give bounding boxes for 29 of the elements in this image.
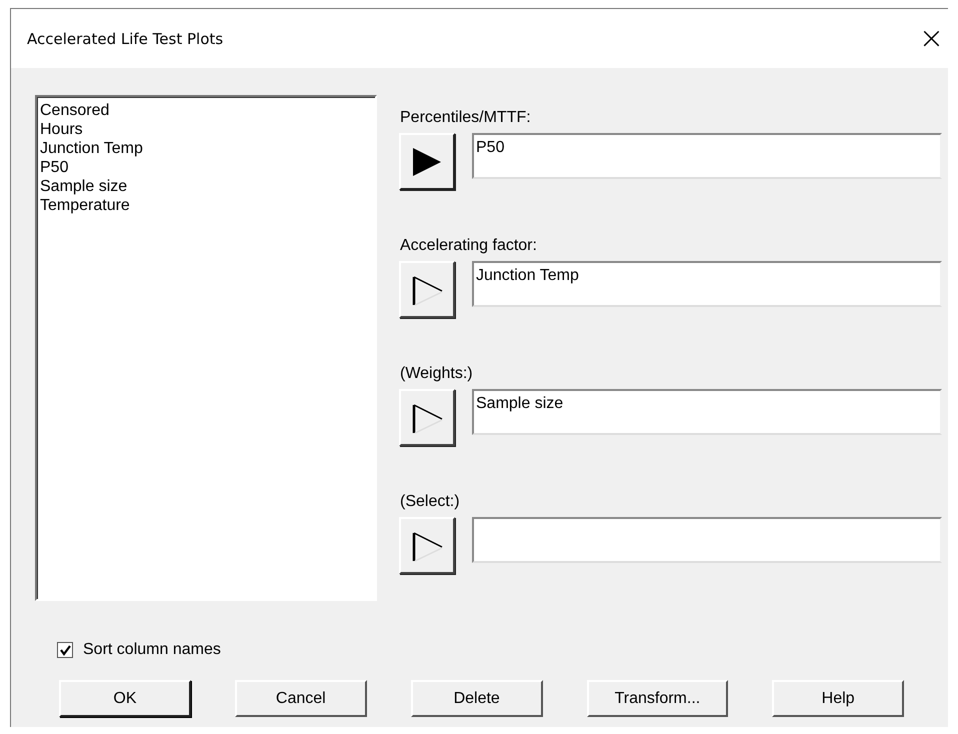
dialog-button[interactable]: Help [772, 680, 904, 717]
field-label: (Select:) [400, 493, 461, 511]
column-list-item[interactable]: Junction Temp [40, 139, 372, 158]
variable-field[interactable] [472, 517, 942, 563]
dialog-button[interactable]: OK [59, 680, 191, 717]
column-list-item[interactable]: Hours [40, 120, 372, 139]
dialog-button[interactable]: Cancel [234, 680, 367, 717]
column-list-item[interactable]: P50 [40, 158, 372, 177]
variable-field[interactable]: Sample size [472, 389, 942, 435]
sort-checkbox[interactable] [57, 642, 73, 658]
column-list-item[interactable]: Sample size [40, 177, 372, 196]
checkmark-icon [58, 644, 72, 656]
variable-field[interactable]: Junction Temp [472, 261, 942, 307]
select-variable-button[interactable] [399, 389, 455, 446]
select-variable-button[interactable] [399, 517, 455, 574]
field-label: (Weights:) [400, 365, 474, 383]
variable-field[interactable]: P50 [472, 133, 942, 179]
column-list[interactable]: Censored Hours Junction Temp P50 Sample size Temperature [35, 95, 377, 601]
checkbox-label: Sort column names [83, 641, 221, 659]
close-button[interactable]: × [914, 24, 948, 54]
dialog-button[interactable]: Delete [410, 680, 543, 717]
field-label: Percentiles/MTTF: [400, 109, 532, 127]
field-label: Accelerating factor: [400, 237, 538, 255]
column-list-item[interactable]: Temperature [40, 196, 372, 215]
column-list-item[interactable]: Censored [40, 101, 372, 120]
select-variable-button[interactable] [399, 261, 455, 318]
select-variable-button[interactable] [399, 133, 455, 190]
dialog-button[interactable]: Transform... [586, 680, 728, 717]
window-title: Accelerated Life Test Plots [27, 30, 224, 48]
